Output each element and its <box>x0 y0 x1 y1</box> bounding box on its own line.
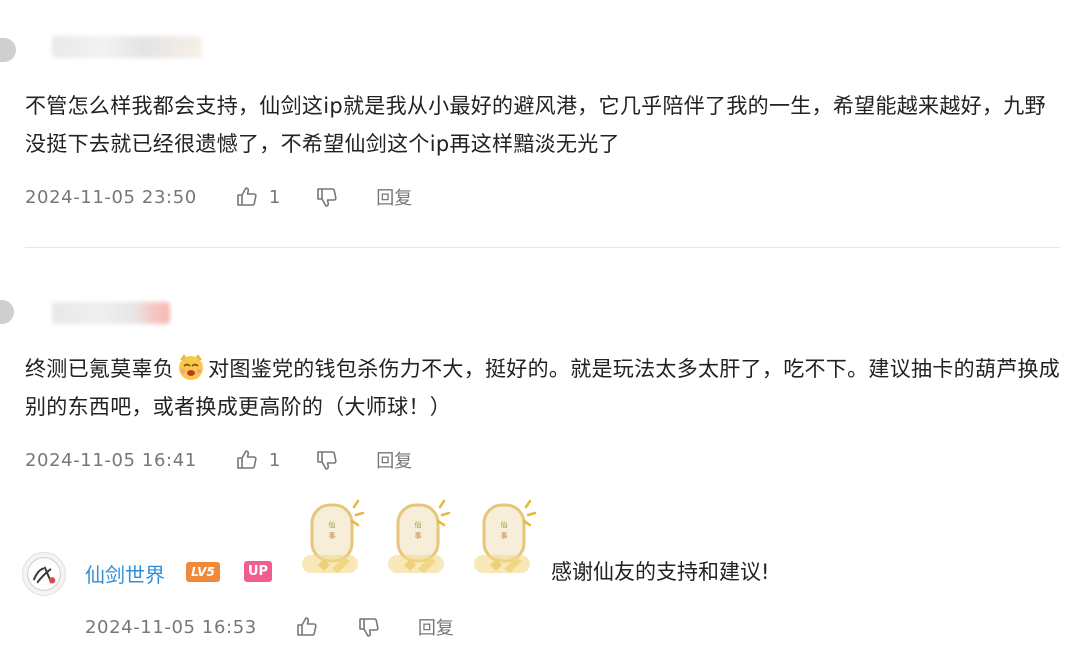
reply-text: 感谢仙友的支持和建议! <box>551 560 770 584</box>
svg-text:事: 事 <box>415 531 422 540</box>
reply-date: 2024-11-05 16:53 <box>85 616 257 638</box>
reply-button[interactable]: 回复 <box>418 614 454 640</box>
divider <box>25 247 1060 248</box>
cat-emoji-icon <box>176 352 206 382</box>
like-count: 1 <box>268 186 281 208</box>
comment-date: 2024-11-05 16:41 <box>25 449 197 471</box>
sticker-icon: 仙 事 <box>298 497 366 587</box>
sticker-icon: 仙 事 <box>384 497 452 587</box>
comment-text: 不管怎么样我都会支持，仙剑这ip就是我从小最好的避风港，它几乎陪伴了我的一生，希… <box>25 94 1046 156</box>
reply-button[interactable]: 回复 <box>376 447 412 473</box>
official-username[interactable]: 仙剑世界 <box>85 559 165 588</box>
reply-meta: 2024-11-05 16:53 回复 <box>85 612 454 642</box>
svg-text:事: 事 <box>501 531 508 540</box>
up-badge: UP <box>244 561 272 582</box>
reply-button[interactable]: 回复 <box>376 184 412 210</box>
thumbs-down-icon[interactable] <box>315 185 339 209</box>
comment-text: 终测已氪莫辜负 对图鉴党的钱包杀伤力不大，挺好的。就是玩法太多太肝了，吃不下。建议… <box>25 350 1065 426</box>
like-count: 1 <box>268 449 281 471</box>
comment-text-part: 终测已氪莫辜负 <box>25 357 175 381</box>
thumbs-up-icon[interactable] <box>235 448 259 472</box>
username-blurred[interactable] <box>52 302 170 324</box>
level-badge: LV5 <box>186 562 220 582</box>
thumbs-up-icon[interactable] <box>295 615 319 639</box>
comment-meta: 2024-11-05 23:50 1 回复 <box>25 182 412 212</box>
svg-text:仙: 仙 <box>415 520 422 529</box>
official-avatar[interactable] <box>22 552 66 596</box>
comment-meta: 2024-11-05 16:41 1 回复 <box>25 445 412 475</box>
svg-text:事: 事 <box>329 531 336 540</box>
avatar[interactable] <box>0 38 16 62</box>
svg-text:仙: 仙 <box>501 520 508 529</box>
avatar[interactable] <box>0 300 14 324</box>
username-blurred[interactable] <box>52 36 202 58</box>
svg-text:仙: 仙 <box>329 520 336 529</box>
thumbs-down-icon[interactable] <box>315 448 339 472</box>
comment-date: 2024-11-05 23:50 <box>25 186 197 208</box>
sticker-icon: 仙 事 <box>470 497 538 587</box>
thumbs-down-icon[interactable] <box>357 615 381 639</box>
thumbs-up-icon[interactable] <box>235 185 259 209</box>
